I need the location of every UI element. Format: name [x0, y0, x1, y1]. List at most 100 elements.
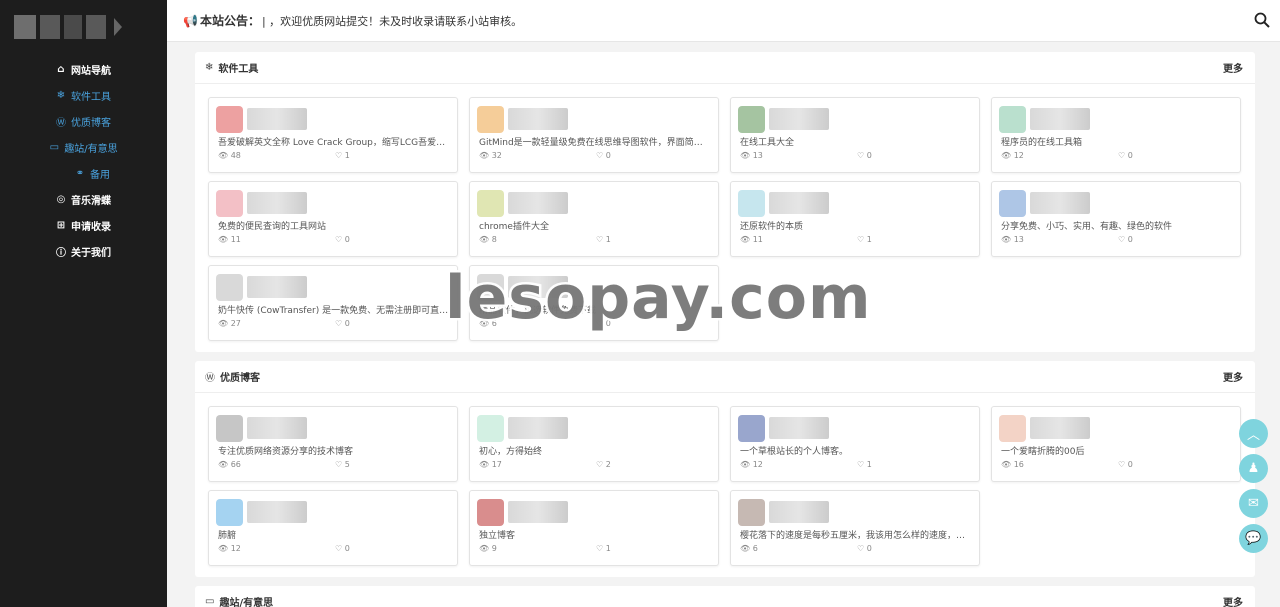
- site-card[interactable]: 程序员的在线工具箱 👁 12 ♡ 0: [991, 97, 1241, 173]
- site-card[interactable]: 吾爱破解英文全称 Love Crack Group，缩写LCG吾爱破… 👁 48 ♡…: [208, 97, 458, 173]
- like-count[interactable]: ♡ 0: [335, 235, 350, 244]
- site-thumbnail: [216, 274, 243, 301]
- like-count-value: 0: [1127, 151, 1133, 160]
- heart-icon: ♡: [857, 460, 865, 469]
- heart-icon: ♡: [857, 235, 865, 244]
- site-card[interactable]: 在线工具大全 👁 13 ♡ 0: [730, 97, 980, 173]
- like-count[interactable]: ♡ 0: [596, 151, 611, 160]
- site-description: chrome插件大全: [479, 222, 549, 232]
- view-count-value: 12: [230, 544, 241, 553]
- like-count[interactable]: ♡ 1: [596, 544, 611, 553]
- heart-icon: ♡: [335, 151, 343, 160]
- eye-icon: 👁: [1001, 235, 1012, 244]
- site-name-redacted: [247, 501, 307, 523]
- site-name-redacted: [508, 192, 568, 214]
- eye-icon: 👁: [479, 235, 490, 244]
- site-thumbnail: [216, 190, 243, 217]
- site-thumbnail: [738, 415, 765, 442]
- sidebar-item-label: 关于我们: [71, 247, 111, 259]
- site-card[interactable]: 奶牛快传 (CowTransfer) 是一款免费、无需注册即可直接… 👁 27 ♡ …: [208, 265, 458, 341]
- like-count[interactable]: ♡ 1: [857, 460, 872, 469]
- like-count[interactable]: ♡ 0: [335, 319, 350, 328]
- search-icon[interactable]: [1254, 12, 1270, 28]
- sidebar-item-label: 优质博客: [71, 117, 111, 129]
- site-card[interactable]: chrome插件大全 👁 8 ♡ 1: [469, 181, 719, 257]
- sidebar-item-label: 网站导航: [71, 65, 111, 77]
- site-thumbnail: [216, 499, 243, 526]
- gamepad-icon: ◎: [56, 193, 66, 205]
- monitor-icon: ▭: [49, 141, 60, 153]
- site-description: 免费的便民查询的工具网站: [218, 222, 327, 232]
- like-count-value: 0: [344, 544, 350, 553]
- more-link[interactable]: 更多: [1223, 60, 1243, 75]
- site-card[interactable]: 专注优质网络资源分享的技术博客 👁 66 ♡ 5: [208, 406, 458, 482]
- site-card[interactable]: 分享免费、小巧、实用、有趣、绿色的软件 👁 13 ♡ 0: [991, 181, 1241, 257]
- announcement-label: 本站公告：: [199, 14, 260, 28]
- eye-icon: 👁: [218, 151, 229, 160]
- announcement-bar: 📢 本站公告： | ，欢迎优质网站提交！未及时收录请联系小站审核。: [167, 0, 1280, 42]
- sidebar-item-apply[interactable]: ⊞ 申请收录: [0, 212, 167, 238]
- mail-icon[interactable]: ✉: [1239, 489, 1268, 518]
- site-thumbnail: [216, 415, 243, 442]
- eye-icon: 👁: [479, 151, 490, 160]
- site-card[interactable]: 独立博客 👁 9 ♡ 1: [469, 490, 719, 566]
- like-count[interactable]: ♡ 1: [335, 151, 350, 160]
- sidebar-item-music[interactable]: ◎ 音乐滑蝶: [0, 186, 167, 212]
- more-link[interactable]: 更多: [1223, 594, 1243, 607]
- view-count-value: 13: [1013, 235, 1024, 244]
- like-count[interactable]: ♡ 0: [857, 151, 872, 160]
- site-thumbnail: [738, 106, 765, 133]
- view-count-value: 32: [491, 151, 502, 160]
- view-count: 👁 13: [740, 151, 763, 160]
- view-count-value: 17: [491, 460, 502, 469]
- view-count: 👁 12: [218, 544, 241, 553]
- like-count[interactable]: ♡ 2: [596, 460, 611, 469]
- like-count[interactable]: ♡ 0: [857, 544, 872, 553]
- sidebar-item-blogs[interactable]: Ⓦ 优质博客: [0, 108, 167, 134]
- site-card[interactable]: 免费的便民查询的工具网站 👁 11 ♡ 0: [208, 181, 458, 257]
- site-card[interactable]: GitMind是一款轻量级免费在线思维导图软件，界面简洁… 👁 32 ♡ 0: [469, 97, 719, 173]
- site-name-redacted: [247, 417, 307, 439]
- section-header: ❄ 软件工具 更多: [195, 52, 1255, 84]
- sidebar-item-label: 软件工具: [71, 91, 111, 103]
- site-card[interactable]: 肺腑 👁 12 ♡ 0: [208, 490, 458, 566]
- like-count[interactable]: ♡ 0: [1118, 235, 1133, 244]
- site-thumbnail: [999, 415, 1026, 442]
- site-card[interactable]: 一个爱瞎折腾的00后 👁 16 ♡ 0: [991, 406, 1241, 482]
- sidebar-item-site-nav[interactable]: ⌂ 网站导航: [0, 56, 167, 82]
- heart-icon: ♡: [335, 319, 343, 328]
- more-link[interactable]: 更多: [1223, 369, 1243, 384]
- sidebar-item-about[interactable]: ⓘ 关于我们: [0, 238, 167, 264]
- site-thumbnail: [477, 106, 504, 133]
- like-count[interactable]: ♡ 5: [335, 460, 350, 469]
- view-count-value: 13: [752, 151, 763, 160]
- qq-icon[interactable]: ♟: [1239, 454, 1268, 483]
- section: ▭ 趣站/有意思 更多: [195, 586, 1255, 607]
- heart-icon: ♡: [596, 235, 604, 244]
- site-logo[interactable]: [14, 12, 164, 42]
- like-count[interactable]: ♡ 0: [1118, 460, 1133, 469]
- eye-icon: 👁: [218, 319, 229, 328]
- arrow-up-icon[interactable]: ︿: [1239, 419, 1268, 448]
- wechat-icon[interactable]: 💬: [1239, 524, 1268, 553]
- site-card[interactable]: 还原软件的本质 👁 11 ♡ 1: [730, 181, 980, 257]
- sidebar-item-software[interactable]: ❄ 软件工具: [0, 82, 167, 108]
- like-count[interactable]: ♡ 1: [857, 235, 872, 244]
- site-card[interactable]: 初心，方得始终 👁 17 ♡ 2: [469, 406, 719, 482]
- site-description: 一个爱瞎折腾的00后: [1001, 447, 1085, 457]
- site-card[interactable]: 一个草根站长的个人博客。 👁 12 ♡ 1: [730, 406, 980, 482]
- site-description: 肺腑: [218, 531, 237, 541]
- site-thumbnail: [738, 499, 765, 526]
- heart-icon: ♡: [857, 544, 865, 553]
- view-count-value: 11: [752, 235, 763, 244]
- site-description: 吾爱破解英文全称 Love Crack Group，缩写LCG吾爱破…: [218, 138, 450, 148]
- like-count[interactable]: ♡ 1: [596, 235, 611, 244]
- heart-icon: ♡: [335, 544, 343, 553]
- sidebar-nav: ⌂ 网站导航 ❄ 软件工具 Ⓦ 优质博客 ▭ 趣站/有意思 ⚭ 备用 ◎ 音乐滑…: [0, 56, 167, 264]
- sidebar-item-fun-sites[interactable]: ▭ 趣站/有意思: [0, 134, 167, 160]
- like-count[interactable]: ♡ 0: [335, 544, 350, 553]
- like-count[interactable]: ♡ 0: [1118, 151, 1133, 160]
- view-count-value: 16: [1013, 460, 1024, 469]
- sidebar-item-backup[interactable]: ⚭ 备用: [0, 160, 167, 186]
- site-card[interactable]: 樱花落下的速度是每秒五厘米，我该用怎么样的速度，才… 👁 6 ♡ 0: [730, 490, 980, 566]
